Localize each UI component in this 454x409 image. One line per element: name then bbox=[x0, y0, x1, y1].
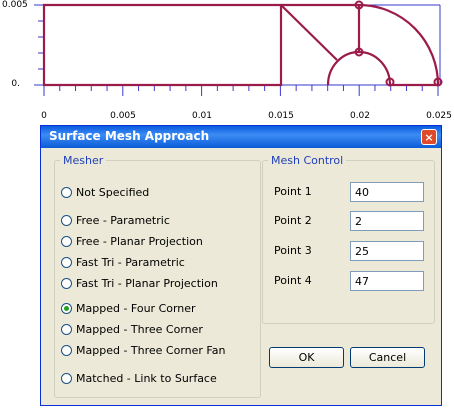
ok-button[interactable]: OK bbox=[269, 347, 344, 368]
point-3-input[interactable] bbox=[350, 241, 424, 261]
mesher-option[interactable]: Mapped - Three Corner Fan bbox=[61, 344, 225, 357]
y-tick-marks bbox=[34, 4, 44, 86]
y-tick-label: 0. bbox=[11, 79, 20, 89]
radio-button[interactable] bbox=[61, 236, 72, 247]
geometry-edges bbox=[42, 3, 440, 87]
mesh-control-legend: Mesh Control bbox=[271, 154, 344, 167]
geometry-points bbox=[354, 0, 443, 87]
mesher-option-label: Not Specified bbox=[76, 186, 150, 199]
point-1-input[interactable] bbox=[350, 182, 424, 202]
point-label: Point 4 bbox=[274, 274, 312, 287]
point-2-input[interactable] bbox=[350, 211, 424, 231]
point-label: Point 1 bbox=[274, 185, 312, 198]
edge-outer-arc bbox=[358, 3, 440, 86]
mesher-option[interactable]: Matched - Link to Surface bbox=[61, 372, 217, 385]
mesher-option-label: Mapped - Three Corner Fan bbox=[76, 344, 226, 357]
x-tick-label: 0.005 bbox=[110, 111, 136, 121]
close-icon: × bbox=[424, 131, 434, 144]
radio-button[interactable] bbox=[61, 373, 72, 384]
mesher-option[interactable]: Fast Tri - Parametric bbox=[61, 256, 185, 269]
radio-button[interactable] bbox=[61, 187, 72, 198]
edge-rectangle bbox=[42, 3, 283, 87]
radio-button[interactable] bbox=[61, 303, 72, 314]
close-button[interactable]: × bbox=[421, 129, 437, 145]
radio-button[interactable] bbox=[61, 345, 72, 356]
x-tick-label: 0.025 bbox=[426, 111, 452, 121]
mesher-legend: Mesher bbox=[63, 154, 104, 167]
radio-button[interactable] bbox=[61, 278, 72, 289]
mesher-option-label: Mapped - Four Corner bbox=[76, 302, 196, 315]
edge-inner-arc bbox=[326, 50, 392, 86]
mesher-option[interactable]: Mapped - Four Corner bbox=[61, 302, 196, 315]
mesher-option[interactable]: Fast Tri - Planar Projection bbox=[61, 277, 218, 290]
radio-button[interactable] bbox=[61, 257, 72, 268]
x-tick-label: 0.02 bbox=[349, 111, 371, 121]
mesher-option-label: Fast Tri - Parametric bbox=[76, 256, 185, 269]
geometry-plot[interactable] bbox=[0, 0, 454, 125]
mesher-option-label: Matched - Link to Surface bbox=[76, 372, 217, 385]
cancel-button[interactable]: Cancel bbox=[350, 347, 425, 368]
radio-button[interactable] bbox=[61, 324, 72, 335]
point-label: Point 3 bbox=[274, 244, 312, 257]
x-tick-label: 0 bbox=[41, 111, 47, 121]
mesher-option[interactable]: Mapped - Three Corner bbox=[61, 323, 203, 336]
dialog-title-bar[interactable]: Surface Mesh Approach × bbox=[41, 126, 441, 148]
mesher-option[interactable]: Free - Planar Projection bbox=[61, 235, 203, 248]
point-label: Point 2 bbox=[274, 214, 312, 227]
point-4-input[interactable] bbox=[350, 271, 424, 291]
mesher-option-label: Mapped - Three Corner bbox=[76, 323, 203, 336]
radio-button[interactable] bbox=[61, 215, 72, 226]
mesh-control-group: Mesh Control bbox=[262, 154, 435, 324]
x-tick-marks bbox=[43, 85, 439, 96]
x-tick-label: 0.01 bbox=[191, 111, 213, 121]
mesher-option[interactable]: Free - Parametric bbox=[61, 214, 170, 227]
edge-diagonal bbox=[280, 4, 338, 61]
x-tick-label: 0.015 bbox=[268, 111, 294, 121]
y-tick-label: 0.005 bbox=[2, 0, 28, 10]
mesher-option[interactable]: Not Specified bbox=[61, 186, 149, 199]
mesher-option-label: Fast Tri - Planar Projection bbox=[76, 277, 218, 290]
dialog-title: Surface Mesh Approach bbox=[49, 129, 210, 143]
surface-mesh-dialog: Surface Mesh Approach × Mesher Not Speci… bbox=[40, 125, 442, 406]
mesher-option-label: Free - Planar Projection bbox=[76, 235, 203, 248]
mesher-option-label: Free - Parametric bbox=[76, 214, 170, 227]
